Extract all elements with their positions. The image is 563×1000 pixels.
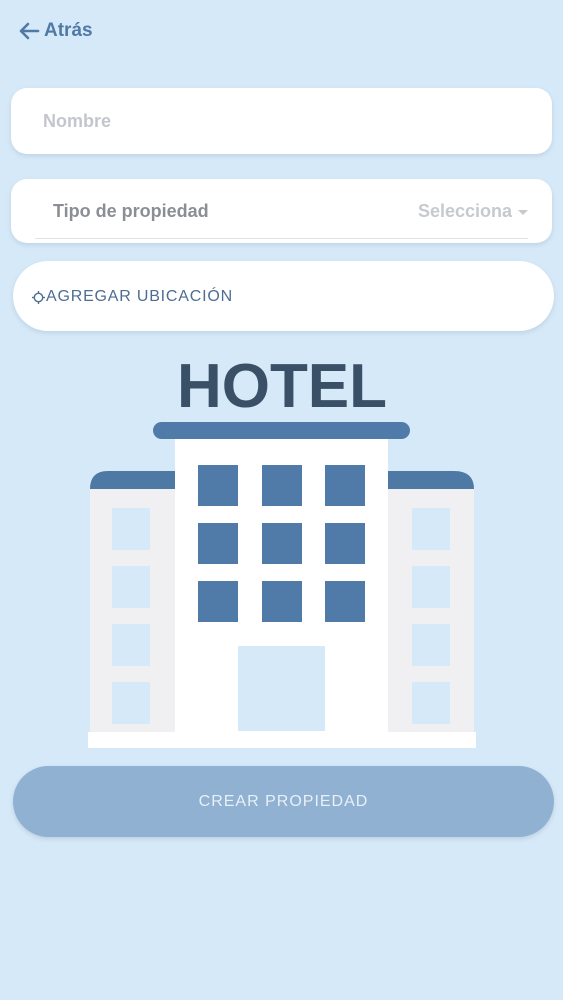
hotel-door [238,646,325,731]
left-wing-roof [90,471,175,489]
property-type-label: Tipo de propiedad [53,201,209,221]
add-location-button[interactable]: AGREGAR UBICACIÓN [13,261,554,331]
right-wing-roof [388,471,474,489]
property-type-underline [35,238,528,239]
hotel-illustration: HOTEL [88,352,476,748]
location-crosshair-icon [32,290,45,304]
hotel-roof [153,422,410,439]
caret-down-icon [518,210,528,215]
property-type-select[interactable]: Selecciona [418,201,528,222]
property-type-selected: Selecciona [417,201,512,221]
add-location-label: AGREGAR UBICACIÓN [46,288,233,305]
name-field-card [11,88,552,154]
hotel-sign-text: HOTEL [177,352,387,421]
hotel-base [88,732,476,748]
name-input[interactable] [11,88,552,154]
create-property-button[interactable]: CREAR PROPIEDAD [13,766,554,837]
back-label: Atrás [44,20,93,41]
property-type-card: Tipo de propiedad Selecciona [11,179,552,243]
back-button[interactable]: Atrás [18,20,93,42]
create-property-label: CREAR PROPIEDAD [198,792,369,810]
arrow-left-icon [19,22,40,40]
